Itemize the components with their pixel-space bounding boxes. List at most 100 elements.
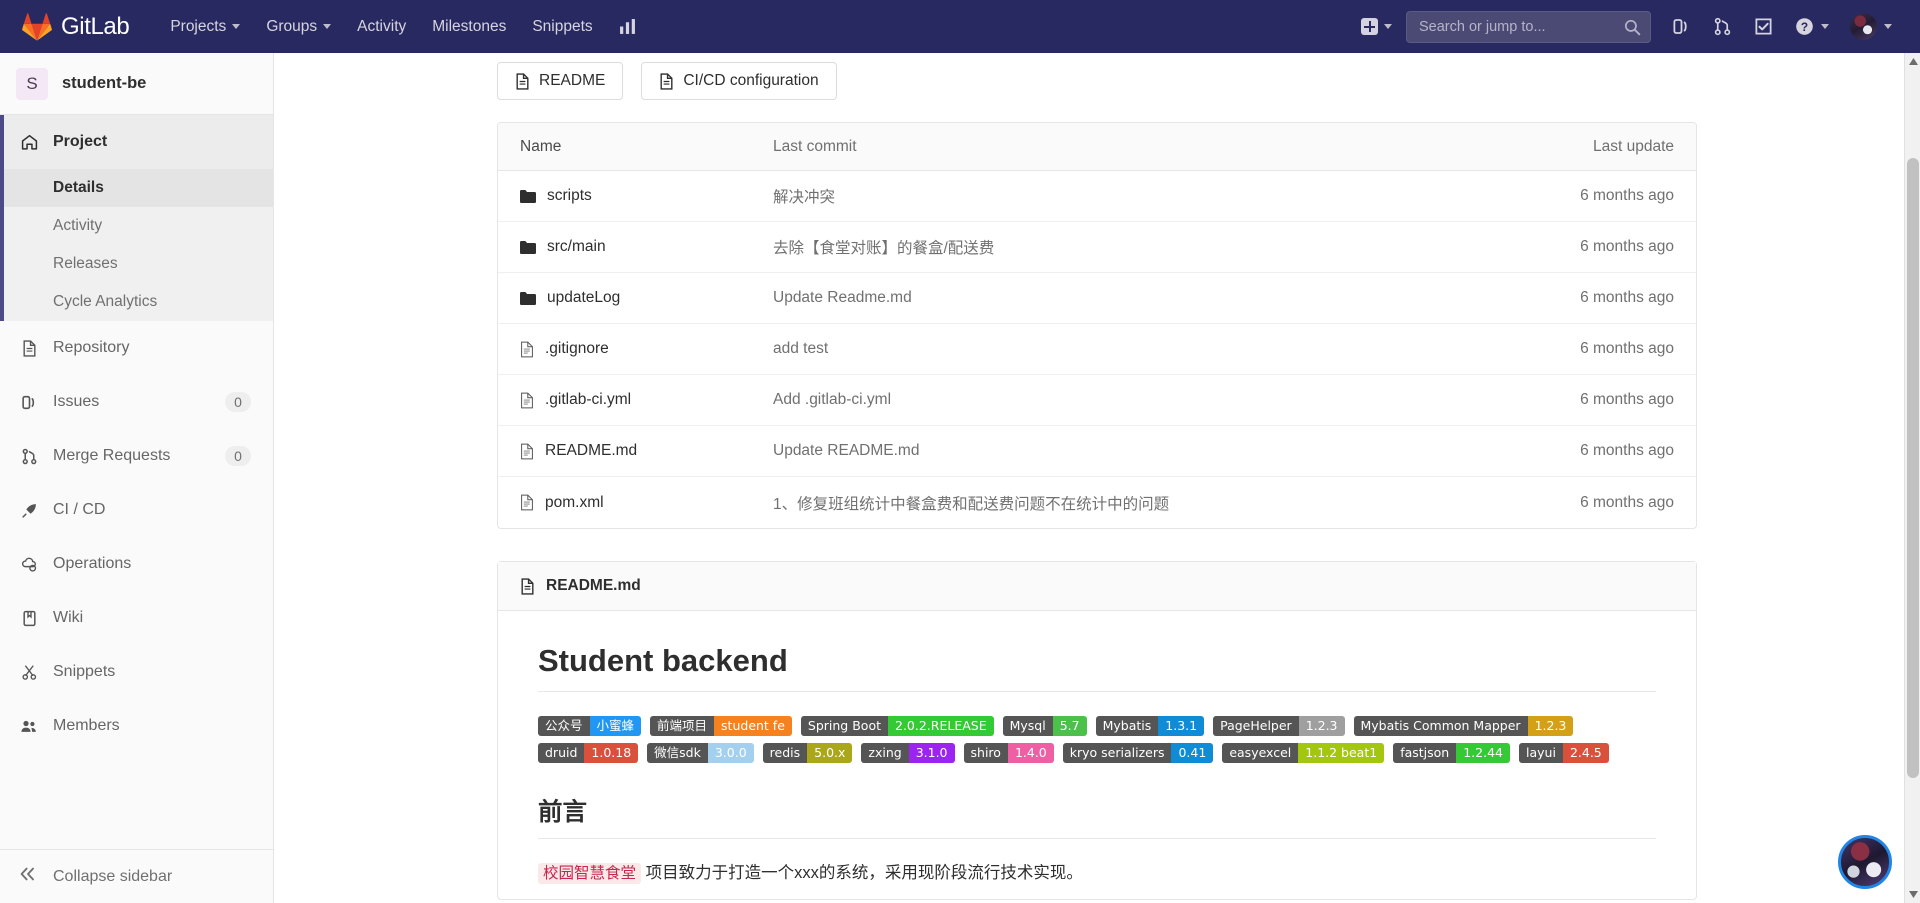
sidebar-item-releases[interactable]: Releases	[4, 245, 273, 283]
sidebar-item-issues[interactable]: Issues 0	[0, 375, 273, 429]
file-icon	[521, 494, 533, 511]
readme-button[interactable]: README	[497, 62, 624, 100]
table-row[interactable]: .gitlab-ci.yml Add .gitlab-ci.yml 6 months…	[498, 375, 1696, 426]
sidebar-item-snippets-label: Snippets	[53, 663, 116, 680]
double-chevron-left-icon	[19, 867, 39, 886]
file-name-cell[interactable]: .gitignore	[498, 340, 773, 358]
file-name-cell[interactable]: src/main	[498, 238, 773, 256]
help-nav-button[interactable]: ?	[1784, 0, 1840, 53]
cicd-configuration-button[interactable]: CI/CD configuration	[641, 62, 837, 100]
sidebar-item-snippets[interactable]: Snippets	[0, 645, 273, 699]
tech-badge-label: zxing	[861, 743, 909, 763]
collapse-sidebar-label: Collapse sidebar	[53, 867, 173, 885]
readme-card-body: Student backend 公众号 小蜜蜂 前端项目 student fe Spri…	[498, 611, 1696, 899]
page-scrollbar[interactable]	[1904, 53, 1920, 903]
navbar-right-group: ?	[1353, 0, 1920, 53]
last-update-cell: 6 months ago	[1580, 493, 1674, 511]
search-container	[1406, 10, 1651, 43]
sidebar-item-repository-label: Repository	[53, 339, 130, 356]
avatar	[1850, 13, 1877, 40]
last-update-cell: 6 months ago	[1580, 238, 1674, 255]
sidebar-item-merge-requests[interactable]: Merge Requests 0	[0, 429, 273, 483]
sidebar-item-project[interactable]: Project	[0, 115, 273, 169]
tech-badge: layui 2.4.5	[1519, 743, 1609, 763]
table-row[interactable]: .gitignore add test 6 months ago	[498, 324, 1696, 375]
sidebar-project-header[interactable]: S student-be	[0, 53, 273, 115]
nav-item-snippets[interactable]: Snippets	[519, 0, 605, 53]
sidebar-item-activity[interactable]: Activity	[4, 207, 273, 245]
issues-nav-button[interactable]	[1661, 0, 1702, 53]
last-commit-cell[interactable]: add test	[773, 340, 1471, 358]
sidebar-item-issues-label: Issues	[53, 393, 100, 410]
nav-item-activity[interactable]: Activity	[344, 0, 419, 53]
gitlab-logo-link[interactable]: GitLab	[22, 0, 130, 53]
file-tree-body: scripts 解决冲突 6 months ago src/main 去除【食堂对账】的…	[498, 171, 1696, 528]
file-name-cell[interactable]: updateLog	[498, 289, 773, 307]
merge-requests-count-badge: 0	[225, 446, 251, 466]
create-new-button[interactable]	[1353, 0, 1400, 53]
nav-item-projects[interactable]: Projects	[157, 0, 253, 53]
sidebar-item-operations[interactable]: Operations	[0, 537, 273, 591]
scroll-up-arrow[interactable]	[1905, 53, 1920, 70]
tech-badge-value: 1.2.3	[1298, 716, 1345, 736]
file-icon	[521, 341, 533, 357]
last-commit-cell[interactable]: 1、修复班组统计中餐盒费和配送费问题不在统计中的问题	[773, 492, 1471, 514]
sidebar-item-members[interactable]: Members	[0, 699, 273, 753]
book-icon	[19, 610, 39, 627]
nav-item-milestones[interactable]: Milestones	[419, 0, 519, 53]
project-avatar: S	[16, 67, 48, 100]
table-row[interactable]: updateLog Update Readme.md 6 months ago	[498, 273, 1696, 324]
last-commit-cell[interactable]: Add .gitlab-ci.yml	[773, 391, 1471, 409]
table-row[interactable]: src/main 去除【食堂对账】的餐盒/配送费 6 months ago	[498, 222, 1696, 273]
table-row[interactable]: scripts 解决冲突 6 months ago	[498, 171, 1696, 222]
tech-badge-label: kryo serializers	[1062, 743, 1172, 763]
file-name-cell[interactable]: README.md	[498, 442, 773, 460]
tech-badge-value: 3.1.0	[908, 743, 955, 763]
user-menu-button[interactable]	[1840, 0, 1898, 53]
floating-user-avatar[interactable]	[1838, 835, 1892, 889]
readme-title: Student backend	[538, 643, 1656, 692]
chevron-down-icon	[1384, 24, 1392, 29]
top-navbar: GitLab Projects Groups Activity Mileston…	[0, 0, 1920, 53]
analytics-chart-icon[interactable]	[606, 0, 649, 53]
nav-item-groups[interactable]: Groups	[253, 0, 344, 53]
file-tree-header: Name Last commit Last update	[498, 123, 1696, 171]
tech-badge-value: 3.0.0	[707, 743, 754, 763]
search-input[interactable]	[1406, 10, 1651, 43]
tech-badge-value: 小蜜蜂	[589, 716, 642, 736]
readme-paragraph-text: 项目致力于打造一个xxx的系统，采用现阶段流行技术实现。	[641, 864, 1083, 882]
file-name-cell[interactable]: pom.xml	[498, 494, 773, 512]
sidebar-item-wiki[interactable]: Wiki	[0, 591, 273, 645]
last-commit-cell[interactable]: 解决冲突	[773, 185, 1471, 207]
last-update-cell: 6 months ago	[1580, 442, 1674, 459]
sidebar-item-ci-cd[interactable]: CI / CD	[0, 483, 273, 537]
tech-badge: druid 1.0.18	[538, 743, 639, 763]
column-header-name: Name	[520, 137, 562, 155]
sidebar-item-cycle-analytics[interactable]: Cycle Analytics	[4, 283, 273, 321]
table-row[interactable]: README.md Update README.md 6 months ago	[498, 426, 1696, 477]
scrollbar-thumb[interactable]	[1907, 158, 1919, 778]
last-commit-cell[interactable]: 去除【食堂对账】的餐盒/配送费	[773, 236, 1471, 258]
sidebar-item-repository[interactable]: Repository	[0, 321, 273, 375]
tech-badge-value: 1.1.2 beat1	[1298, 743, 1385, 763]
content-inner: README CI/CD configuration Name Last com…	[497, 53, 1697, 900]
todos-nav-button[interactable]	[1743, 0, 1784, 53]
merge-requests-nav-button[interactable]	[1702, 0, 1743, 53]
last-commit-cell[interactable]: Update Readme.md	[773, 289, 1471, 307]
tech-badge-label: 公众号	[538, 716, 590, 736]
merge-requests-icon	[19, 448, 39, 465]
scroll-down-arrow[interactable]	[1905, 886, 1920, 903]
file-name-cell[interactable]: .gitlab-ci.yml	[498, 391, 773, 409]
collapse-sidebar-button[interactable]: Collapse sidebar	[0, 849, 273, 903]
column-header-last-commit: Last commit	[773, 137, 857, 155]
file-name-cell[interactable]: scripts	[498, 187, 773, 205]
gitlab-brand-text: GitLab	[61, 12, 130, 40]
tech-badge-value: 1.3.1	[1158, 716, 1205, 736]
last-commit-cell[interactable]: Update README.md	[773, 442, 1471, 460]
chevron-down-icon	[232, 24, 241, 29]
tech-badge-value: student fe	[714, 716, 792, 736]
tech-badge: kryo serializers 0.41	[1062, 743, 1214, 763]
sidebar-item-details[interactable]: Details	[4, 169, 273, 207]
folder-icon	[520, 291, 536, 305]
table-row[interactable]: pom.xml 1、修复班组统计中餐盒费和配送费问题不在统计中的问题 6 month…	[498, 477, 1696, 528]
